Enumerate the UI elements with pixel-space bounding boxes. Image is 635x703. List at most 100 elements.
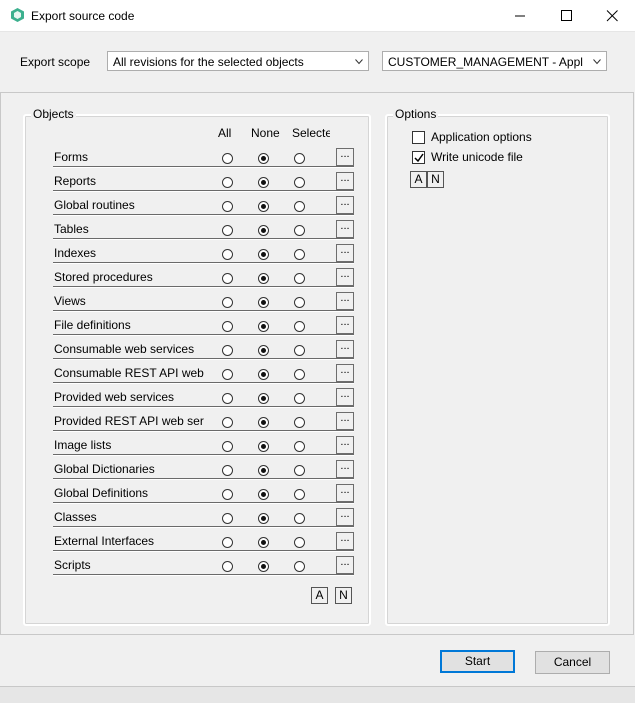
row-details-button[interactable]: ... bbox=[336, 292, 354, 310]
radio-all[interactable] bbox=[222, 153, 233, 164]
radio-none[interactable] bbox=[258, 537, 269, 548]
radio-all[interactable] bbox=[222, 489, 233, 500]
start-button[interactable]: Start bbox=[440, 650, 515, 673]
object-row-label: File definitions bbox=[54, 318, 131, 332]
radio-all[interactable] bbox=[222, 465, 233, 476]
radio-selected[interactable] bbox=[294, 345, 305, 356]
radio-none[interactable] bbox=[258, 441, 269, 452]
export-scope-dropdown[interactable]: All revisions for the selected objects bbox=[107, 51, 369, 71]
radio-none[interactable] bbox=[258, 465, 269, 476]
radio-all[interactable] bbox=[222, 393, 233, 404]
object-row-label: Global Dictionaries bbox=[54, 462, 155, 476]
radio-all[interactable] bbox=[222, 537, 233, 548]
row-details-button[interactable]: ... bbox=[336, 412, 354, 430]
object-row-label: Consumable web services bbox=[54, 342, 195, 356]
object-dropdown-value: CUSTOMER_MANAGEMENT - Appl bbox=[388, 55, 583, 69]
options-none-button[interactable]: N bbox=[427, 171, 444, 188]
radio-none[interactable] bbox=[258, 561, 269, 572]
radio-all[interactable] bbox=[222, 345, 233, 356]
row-details-button[interactable]: ... bbox=[336, 508, 354, 526]
radio-selected[interactable] bbox=[294, 369, 305, 380]
row-details-button[interactable]: ... bbox=[336, 316, 354, 334]
column-selected-header: Selecte bbox=[292, 126, 330, 140]
object-row-label: Global routines bbox=[54, 198, 135, 212]
row-details-button[interactable]: ... bbox=[336, 220, 354, 238]
radio-selected[interactable] bbox=[294, 465, 305, 476]
write-unicode-checkbox[interactable] bbox=[412, 151, 425, 164]
radio-selected[interactable] bbox=[294, 201, 305, 212]
row-details-button[interactable]: ... bbox=[336, 244, 354, 262]
radio-selected[interactable] bbox=[294, 225, 305, 236]
row-details-button[interactable]: ... bbox=[336, 340, 354, 358]
radio-selected[interactable] bbox=[294, 153, 305, 164]
radio-selected[interactable] bbox=[294, 393, 305, 404]
row-separator bbox=[53, 550, 354, 552]
radio-all[interactable] bbox=[222, 249, 233, 260]
radio-none[interactable] bbox=[258, 273, 269, 284]
radio-none[interactable] bbox=[258, 369, 269, 380]
radio-all[interactable] bbox=[222, 561, 233, 572]
radio-all[interactable] bbox=[222, 417, 233, 428]
export-scope-value: All revisions for the selected objects bbox=[113, 55, 304, 69]
radio-none[interactable] bbox=[258, 393, 269, 404]
object-dropdown[interactable]: CUSTOMER_MANAGEMENT - Appl bbox=[382, 51, 607, 71]
radio-selected[interactable] bbox=[294, 177, 305, 188]
radio-none[interactable] bbox=[258, 201, 269, 212]
row-details-button[interactable]: ... bbox=[336, 556, 354, 574]
radio-none[interactable] bbox=[258, 321, 269, 332]
radio-all[interactable] bbox=[222, 201, 233, 212]
radio-none[interactable] bbox=[258, 153, 269, 164]
row-details-button[interactable]: ... bbox=[336, 460, 354, 478]
close-button[interactable] bbox=[589, 0, 635, 31]
radio-none[interactable] bbox=[258, 489, 269, 500]
row-details-button[interactable]: ... bbox=[336, 268, 354, 286]
row-details-button[interactable]: ... bbox=[336, 172, 354, 190]
radio-all[interactable] bbox=[222, 441, 233, 452]
row-details-button[interactable]: ... bbox=[336, 148, 354, 166]
object-row-label: Consumable REST API web bbox=[54, 366, 204, 380]
radio-selected[interactable] bbox=[294, 321, 305, 332]
radio-selected[interactable] bbox=[294, 273, 305, 284]
radio-all[interactable] bbox=[222, 321, 233, 332]
minimize-button[interactable] bbox=[497, 0, 543, 31]
object-row-label: Forms bbox=[54, 150, 88, 164]
select-none-button[interactable]: N bbox=[335, 587, 352, 604]
radio-none[interactable] bbox=[258, 225, 269, 236]
application-options-checkbox[interactable] bbox=[412, 131, 425, 144]
radio-all[interactable] bbox=[222, 225, 233, 236]
row-details-button[interactable]: ... bbox=[336, 196, 354, 214]
radio-selected[interactable] bbox=[294, 417, 305, 428]
radio-selected[interactable] bbox=[294, 441, 305, 452]
radio-selected[interactable] bbox=[294, 561, 305, 572]
radio-selected[interactable] bbox=[294, 513, 305, 524]
row-details-button[interactable]: ... bbox=[336, 436, 354, 454]
objects-group-title: Objects bbox=[31, 107, 76, 121]
row-details-button[interactable]: ... bbox=[336, 532, 354, 550]
row-details-button[interactable]: ... bbox=[336, 388, 354, 406]
radio-all[interactable] bbox=[222, 513, 233, 524]
radio-none[interactable] bbox=[258, 297, 269, 308]
options-all-button[interactable]: A bbox=[410, 171, 427, 188]
radio-none[interactable] bbox=[258, 177, 269, 188]
radio-none[interactable] bbox=[258, 345, 269, 356]
radio-selected[interactable] bbox=[294, 489, 305, 500]
radio-all[interactable] bbox=[222, 273, 233, 284]
radio-none[interactable] bbox=[258, 249, 269, 260]
radio-none[interactable] bbox=[258, 417, 269, 428]
radio-selected[interactable] bbox=[294, 537, 305, 548]
select-all-button[interactable]: A bbox=[311, 587, 328, 604]
object-row-label: Classes bbox=[54, 510, 97, 524]
row-details-button[interactable]: ... bbox=[336, 484, 354, 502]
radio-selected[interactable] bbox=[294, 297, 305, 308]
radio-all[interactable] bbox=[222, 297, 233, 308]
row-separator bbox=[53, 190, 354, 192]
radio-selected[interactable] bbox=[294, 249, 305, 260]
cancel-button[interactable]: Cancel bbox=[535, 651, 610, 674]
radio-none[interactable] bbox=[258, 513, 269, 524]
row-separator bbox=[53, 334, 354, 336]
radio-all[interactable] bbox=[222, 177, 233, 188]
title-bar: Export source code bbox=[0, 0, 635, 32]
row-details-button[interactable]: ... bbox=[336, 364, 354, 382]
radio-all[interactable] bbox=[222, 369, 233, 380]
maximize-button[interactable] bbox=[543, 0, 589, 31]
